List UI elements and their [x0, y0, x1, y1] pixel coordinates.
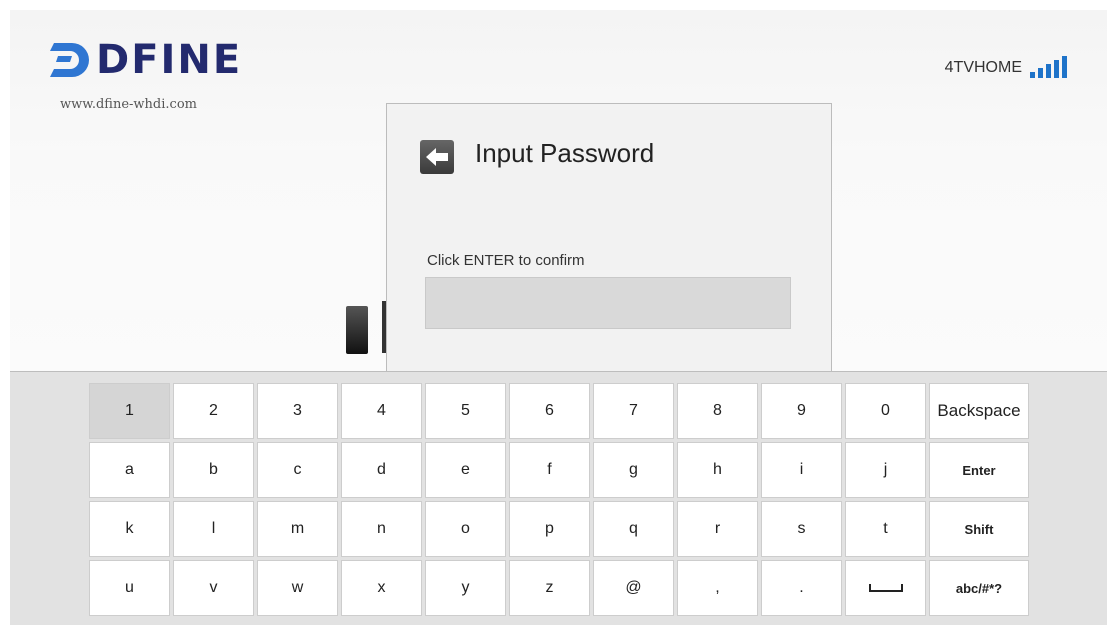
key-at[interactable]: @	[593, 560, 674, 616]
dialog-hint: Click ENTER to confirm	[427, 252, 585, 269]
key-n[interactable]: n	[341, 501, 422, 557]
key-y[interactable]: y	[425, 560, 506, 616]
key-u[interactable]: u	[89, 560, 170, 616]
key-w[interactable]: w	[257, 560, 338, 616]
shift-key[interactable]: Shift	[929, 501, 1029, 557]
key-r[interactable]: r	[677, 501, 758, 557]
key-s[interactable]: s	[761, 501, 842, 557]
key-8[interactable]: 8	[677, 383, 758, 439]
key-z[interactable]: z	[509, 560, 590, 616]
key-j[interactable]: j	[845, 442, 926, 498]
back-arrow-icon[interactable]	[420, 140, 454, 174]
key-p[interactable]: p	[509, 501, 590, 557]
key-q[interactable]: q	[593, 501, 674, 557]
key-a[interactable]: a	[89, 442, 170, 498]
key-k[interactable]: k	[89, 501, 170, 557]
key-4[interactable]: 4	[341, 383, 422, 439]
tv-screen: DFINE www.dfine-whdi.com 4TVHOME Input P…	[10, 10, 1107, 384]
brand-name: DFINE	[96, 37, 243, 83]
brand-logo: DFINE	[48, 40, 242, 80]
key-x[interactable]: x	[341, 560, 422, 616]
key-t[interactable]: t	[845, 501, 926, 557]
network-status: 4TVHOME	[945, 56, 1067, 78]
key-e[interactable]: e	[425, 442, 506, 498]
key-7[interactable]: 7	[593, 383, 674, 439]
signal-strength-icon	[1030, 56, 1067, 78]
key-2[interactable]: 2	[173, 383, 254, 439]
enter-key[interactable]: Enter	[929, 442, 1029, 498]
backspace-key[interactable]: Backspace	[929, 383, 1029, 439]
brand-url: www.dfine-whdi.com	[60, 97, 197, 112]
remote-device-icon	[346, 306, 368, 354]
key-f[interactable]: f	[509, 442, 590, 498]
key-comma[interactable]: ,	[677, 560, 758, 616]
key-m[interactable]: m	[257, 501, 338, 557]
dialog-title: Input Password	[475, 138, 655, 168]
network-name: 4TVHOME	[944, 59, 1022, 76]
key-b[interactable]: b	[173, 442, 254, 498]
password-input[interactable]	[425, 277, 791, 329]
key-0[interactable]: 0	[845, 383, 926, 439]
key-h[interactable]: h	[677, 442, 758, 498]
key-6[interactable]: 6	[509, 383, 590, 439]
symbols-toggle-key[interactable]: abc/#*?	[929, 560, 1029, 616]
top-strip	[0, 0, 1107, 10]
key-o[interactable]: o	[425, 501, 506, 557]
password-dialog: Input Password Click ENTER to confirm	[386, 103, 832, 384]
key-v[interactable]: v	[173, 560, 254, 616]
key-l[interactable]: l	[173, 501, 254, 557]
space-key[interactable]	[845, 560, 926, 616]
onscreen-keyboard: 1 2 3 4 5 6 7 8 9 0 Backspace a b c d e …	[10, 371, 1107, 625]
key-i[interactable]: i	[761, 442, 842, 498]
space-icon	[868, 584, 903, 592]
key-1[interactable]: 1	[89, 383, 170, 439]
key-period[interactable]: .	[761, 560, 842, 616]
key-5[interactable]: 5	[425, 383, 506, 439]
dfine-logo-icon	[48, 41, 90, 79]
key-d[interactable]: d	[341, 442, 422, 498]
key-g[interactable]: g	[593, 442, 674, 498]
key-9[interactable]: 9	[761, 383, 842, 439]
key-c[interactable]: c	[257, 442, 338, 498]
key-3[interactable]: 3	[257, 383, 338, 439]
